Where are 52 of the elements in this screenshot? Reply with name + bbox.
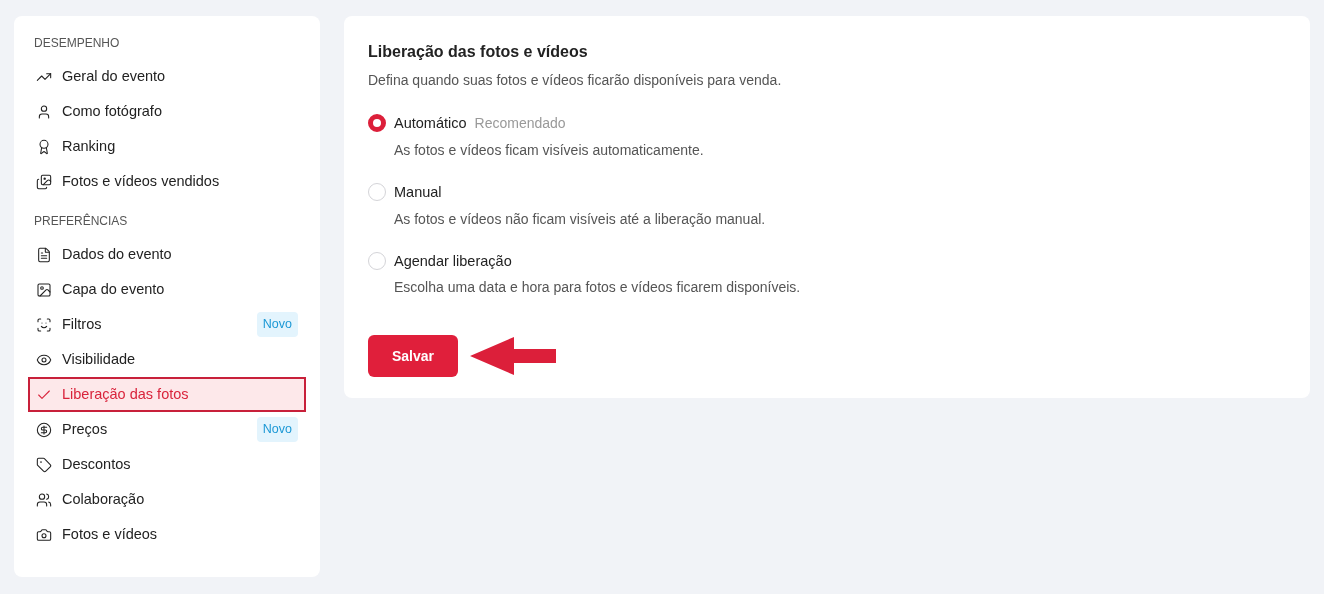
sidebar-item[interactable]: Filtros Novo [28,307,306,342]
item-label: Ranking [62,136,117,156]
item-label: Colaboração [62,489,146,509]
sidebar-item[interactable]: Liberação das fotos [28,377,306,412]
new-badge: Novo [256,417,298,442]
sidebar-item[interactable]: Visibilidade [28,342,306,377]
sidebar-item[interactable]: Fotos e vídeos vendidos [28,164,306,199]
item-label: Preços [62,419,109,439]
item-label: Dados do evento [62,244,173,264]
sidebar-item[interactable]: Como fotógrafo [28,94,306,129]
item-label: Descontos [62,454,132,474]
images-icon [36,173,52,190]
award-icon [36,138,52,155]
radio-button[interactable] [368,114,386,132]
save-button[interactable]: Salvar [368,335,458,378]
item-label: Filtros [62,314,103,334]
sidebar-item[interactable]: Capa do evento [28,272,306,307]
option-description: As fotos e vídeos ficam visíveis automaticamente. [394,140,704,160]
item-label: Liberação das fotos [62,384,190,404]
face-scan-icon [36,316,52,333]
image-icon [36,281,52,298]
option-label: Manual [394,182,442,202]
item-label: Visibilidade [62,349,137,369]
tag-icon [36,456,52,473]
dollar-icon [36,421,52,438]
section-heading: PREFERÊNCIAS [33,212,129,230]
item-label: Como fotógrafo [62,101,163,121]
item-label: Geral do evento [62,66,167,86]
sidebar-item[interactable]: Ranking [28,129,306,164]
item-label: Capa do evento [62,279,166,299]
sidebar-item[interactable]: Preços Novo [28,412,306,447]
option-description: Escolha uma data e hora para fotos e vídeos ficarem disponíveis. [394,278,801,298]
camera-icon [36,526,52,543]
users-icon [36,491,52,508]
sidebar-item[interactable]: Dados do evento [28,237,306,272]
sidebar-item[interactable]: Descontos [28,447,306,482]
option-description: As fotos e vídeos não ficam visíveis até a liberação manual. [394,209,766,229]
panel-description: Defina quando suas fotos e vídeos ficarão disponíveis para venda. [368,71,783,90]
panel-title: Liberação das fotos e vídeos [368,42,589,62]
item-label: Fotos e vídeos vendidos [62,171,221,191]
option-label: Automático [394,114,467,133]
option-hint: Recomendado [474,114,566,133]
section-heading: DESEMPENHO [33,35,121,52]
item-label: Fotos e vídeos [62,524,159,544]
arrow-icon [470,337,556,376]
sidebar-item[interactable]: Fotos e vídeos [28,517,306,552]
option-label: Agendar liberação [394,251,512,271]
sidebar-item[interactable]: Geral do evento [28,59,306,94]
document-icon [36,246,52,263]
sidebar-item[interactable]: Colaboração [28,482,306,517]
new-badge: Novo [256,312,298,337]
user-icon [36,103,52,120]
